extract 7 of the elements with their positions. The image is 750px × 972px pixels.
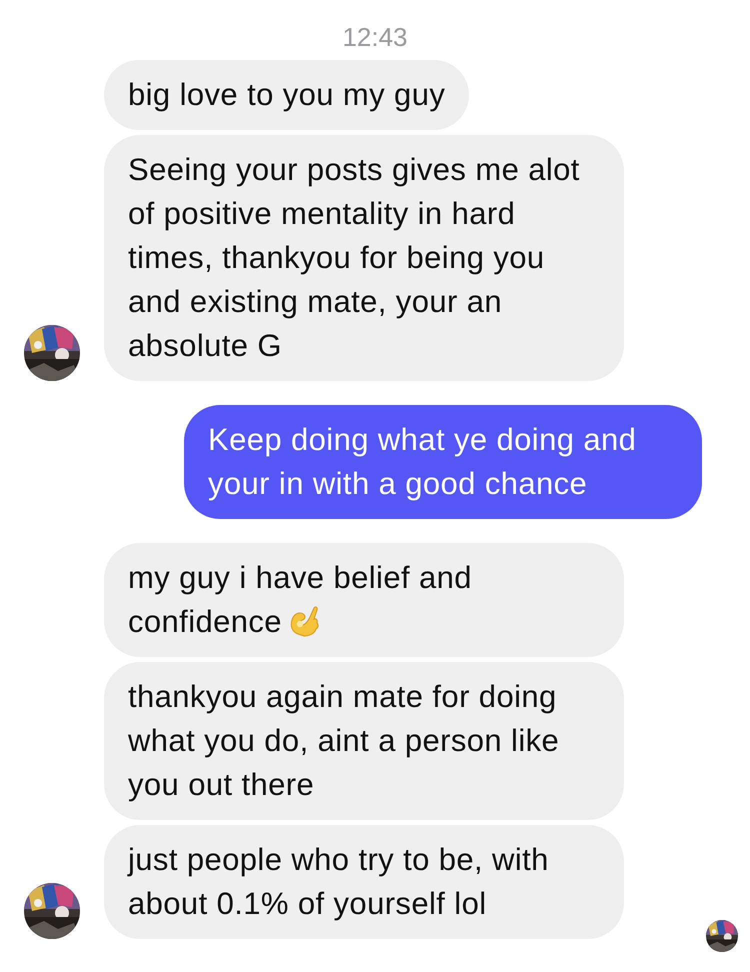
message-bubble: big love to you my guy [104,60,470,130]
message-bubble: just people who try to be, with about 0.1% of yourself lol [104,825,624,939]
timestamp: 12:43 [341,21,409,54]
message-bubble: my guy i have belief and confidence [104,543,624,657]
message-bubble: Seeing your posts gives me alot of positive mentality in hard times, thankyou for being you and existing mate, your an absolute G [104,135,624,381]
message-bubble: thankyou again mate for doing what you do, aint a person like you out there [104,662,624,820]
message-bubble: Keep doing what ye doing and your in with a good chance [184,405,702,519]
